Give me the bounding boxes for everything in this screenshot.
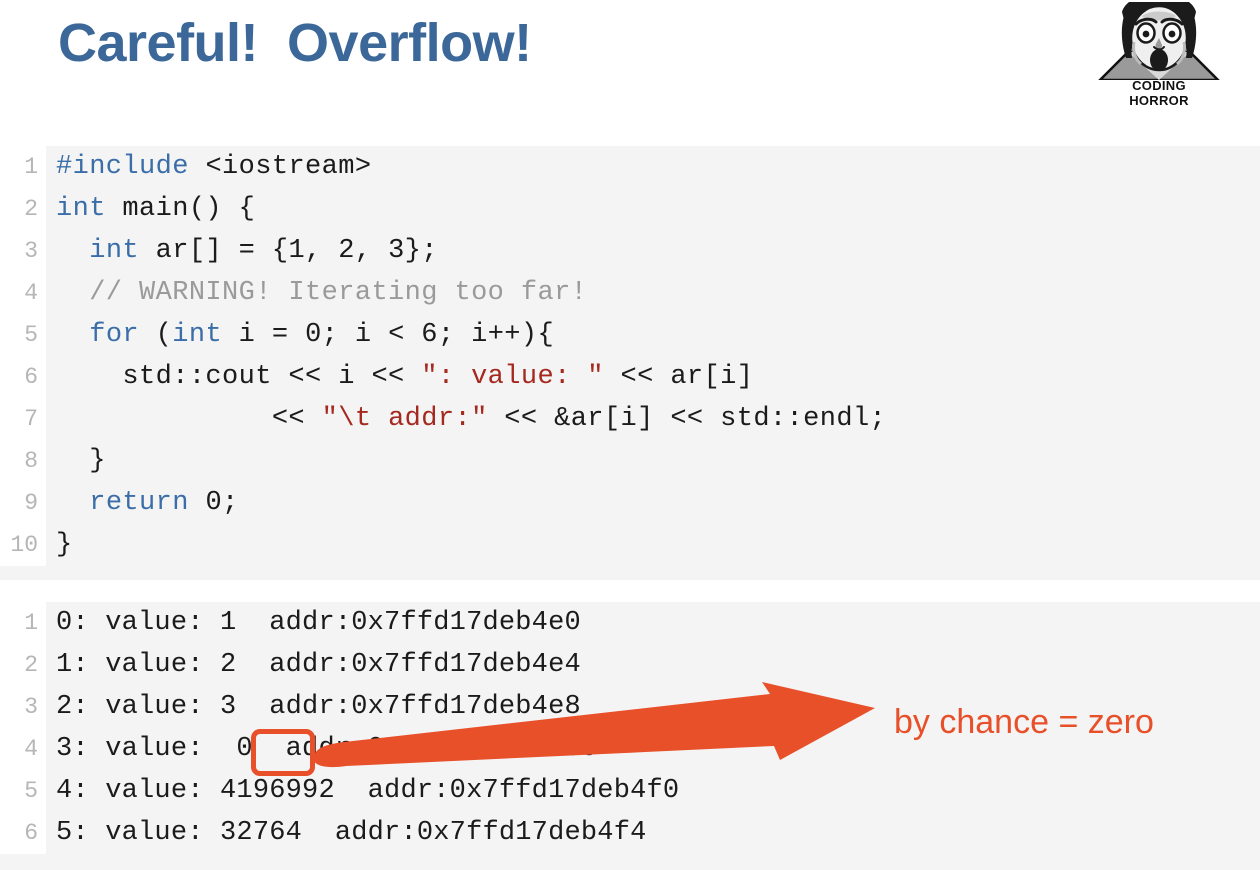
code-token-plain: 0; — [188, 488, 239, 518]
program-output-block: 1 0: value: 1 addr:0x7ffd17deb4e0 2 1: valu… — [0, 602, 1260, 870]
code-token-plain: << ar[i] — [603, 362, 754, 392]
line-number: 6 — [0, 812, 46, 854]
code-line: 2 int main() { — [0, 188, 1260, 230]
code-line: 2 1: value: 2 addr:0x7ffd17deb4e4 — [0, 644, 1260, 686]
code-token-plain: << — [56, 404, 322, 434]
line-number: 5 — [0, 314, 46, 356]
code-token-plain: <iostream> — [205, 152, 372, 182]
line-number: 7 — [0, 398, 46, 440]
line-number: 3 — [0, 686, 46, 728]
shocked-face-icon — [1098, 2, 1220, 80]
code-line-text: 0: value: 1 addr:0x7ffd17deb4e0 — [46, 602, 1260, 644]
code-token-kw: int — [56, 194, 106, 224]
code-token-str: ": value: " — [421, 362, 604, 392]
code-line-text: 4: value: 4196992 addr:0x7ffd17deb4f0 — [46, 770, 1260, 812]
code-token-cmt: // WARNING! Iterating too far! — [56, 278, 588, 308]
code-line: 8 } — [0, 440, 1260, 482]
code-line-text: 5: value: 32764 addr:0x7ffd17deb4f4 — [46, 812, 1260, 854]
code-token-pre: #include — [56, 152, 206, 182]
code-token-plain: main() { — [105, 194, 256, 224]
code-token-plain: 2: value: 3 addr:0x7ffd17deb4e8 — [56, 692, 581, 722]
line-number: 4 — [0, 728, 46, 770]
line-number: 10 — [0, 524, 46, 566]
code-line: 6 5: value: 32764 addr:0x7ffd17deb4f4 — [0, 812, 1260, 854]
code-token-kw: int — [172, 320, 223, 350]
code-line-text: return 0; — [46, 482, 1260, 524]
line-number: 1 — [0, 146, 46, 188]
code-line-text: for (int i = 0; i < 6; i++){ — [46, 314, 1260, 356]
code-line-text: << "\t addr:" << &ar[i] << std::endl; — [46, 398, 1260, 440]
source-code-block: 1 #include <iostream> 2 int main() {3 int a… — [0, 146, 1260, 580]
code-line: 5 for (int i = 0; i < 6; i++){ — [0, 314, 1260, 356]
code-line: 1 #include <iostream> — [0, 146, 1260, 188]
code-line: 4 // WARNING! Iterating too far! — [0, 272, 1260, 314]
line-number: 2 — [0, 188, 46, 230]
code-token-kw: int — [89, 236, 140, 266]
code-token-plain: 1: value: 2 addr:0x7ffd17deb4e4 — [56, 650, 581, 680]
code-line: 3 2: value: 3 addr:0x7ffd17deb4e8 — [0, 686, 1260, 728]
code-line-text: } — [46, 440, 1260, 482]
code-line-text: #include <iostream> — [46, 146, 1260, 188]
code-line-text: } — [46, 524, 1260, 566]
code-token-plain: i = 0; i < 6; i++){ — [222, 320, 555, 350]
line-number: 1 — [0, 602, 46, 644]
line-number: 8 — [0, 440, 46, 482]
code-token-plain: 3: value: 0 addr:0x7ffd17deb4ec — [56, 734, 598, 764]
code-line-text: int ar[] = {1, 2, 3}; — [46, 230, 1260, 272]
code-line: 6 std::cout << i << ": value: " << ar[i] — [0, 356, 1260, 398]
coding-horror-logo: CODING HORROR — [1094, 2, 1224, 110]
code-token-plain: std::cout << i << — [56, 362, 422, 392]
logo-line-1: CODING — [1132, 78, 1186, 93]
logo-wordmark: CODING HORROR — [1094, 78, 1224, 108]
code-line-text: 2: value: 3 addr:0x7ffd17deb4e8 — [46, 686, 1260, 728]
code-line: 4 3: value: 0 addr:0x7ffd17deb4ec — [0, 728, 1260, 770]
line-number: 2 — [0, 644, 46, 686]
line-number: 5 — [0, 770, 46, 812]
line-number: 3 — [0, 230, 46, 272]
code-line: 7 << "\t addr:" << &ar[i] << std::endl; — [0, 398, 1260, 440]
code-token-plain: } — [56, 446, 106, 476]
slide-header: Careful! Overflow! CODING HORROR — [0, 0, 1260, 128]
logo-line-2: HORROR — [1129, 93, 1189, 108]
code-token-kw: for — [89, 320, 140, 350]
code-line-text: // WARNING! Iterating too far! — [46, 272, 1260, 314]
code-token-str: "\t addr:" — [321, 404, 488, 434]
page-title: Careful! Overflow! — [58, 13, 532, 73]
code-line: 5 4: value: 4196992 addr:0x7ffd17deb4f0 — [0, 770, 1260, 812]
code-line: 9 return 0; — [0, 482, 1260, 524]
code-token-plain: } — [56, 530, 73, 560]
code-token-kw: return — [89, 488, 189, 518]
code-token-plain: 0: value: 1 addr:0x7ffd17deb4e0 — [56, 608, 581, 638]
code-token-plain: ar[] = {1, 2, 3}; — [139, 236, 438, 266]
line-number: 9 — [0, 482, 46, 524]
code-line: 3 int ar[] = {1, 2, 3}; — [0, 230, 1260, 272]
code-token-plain: 5: value: 32764 addr:0x7ffd17deb4f4 — [56, 818, 647, 848]
code-line-text: std::cout << i << ": value: " << ar[i] — [46, 356, 1260, 398]
code-line-text: 3: value: 0 addr:0x7ffd17deb4ec — [46, 728, 1260, 770]
line-number: 4 — [0, 272, 46, 314]
code-token-plain: << &ar[i] << std::endl; — [487, 404, 887, 434]
code-token-plain: ( — [139, 320, 173, 350]
line-number: 6 — [0, 356, 46, 398]
code-line-text: int main() { — [46, 188, 1260, 230]
code-token-plain: 4: value: 4196992 addr:0x7ffd17deb4f0 — [56, 776, 680, 806]
code-line: 1 0: value: 1 addr:0x7ffd17deb4e0 — [0, 602, 1260, 644]
code-line-text: 1: value: 2 addr:0x7ffd17deb4e4 — [46, 644, 1260, 686]
code-line: 10} — [0, 524, 1260, 566]
